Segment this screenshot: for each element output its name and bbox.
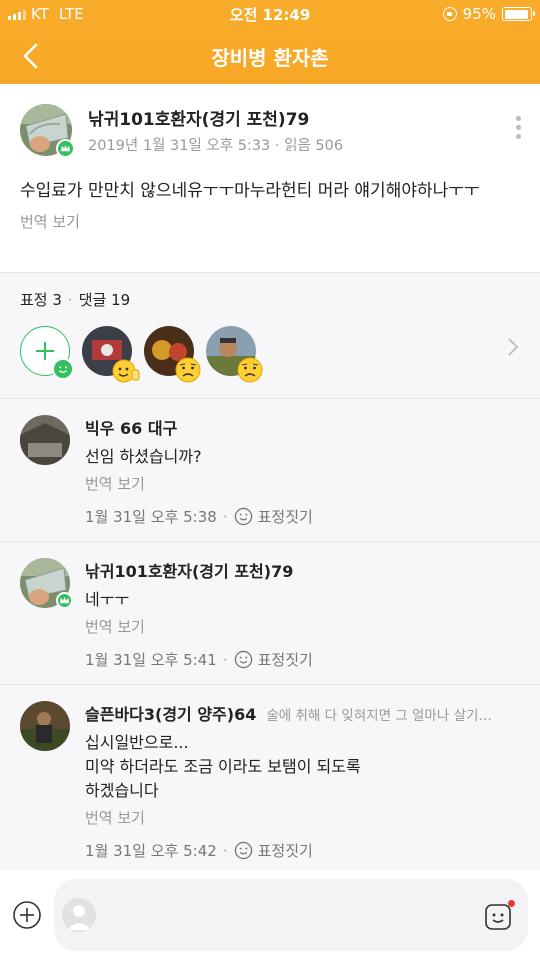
user-avatar-photo <box>20 415 70 465</box>
react-button[interactable]: 표정짓기 <box>234 649 313 670</box>
post-translate-link[interactable]: 번역 보기 <box>20 211 520 232</box>
comment-count[interactable]: 댓글 19 <box>79 289 130 310</box>
comment-input[interactable] <box>54 879 528 951</box>
status-bar: KT LTE 오전 12:49 95% <box>0 0 540 28</box>
comment-text-line: 미약 하더라도 조금 이라도 보탬이 되도록 <box>85 757 361 776</box>
separator-dot: · <box>222 841 228 860</box>
comment-time: 1월 31일 오후 5:38 <box>85 508 217 526</box>
comment-text: 네ㅜㅜ <box>85 590 130 609</box>
comment-item: 빅우 66 대구 선임 하셨습니까? 번역 보기 1월 31일 오후 5:38 … <box>0 398 540 541</box>
post-body: 수입료가 만만치 않으네유ㅜㅜ마누라헌티 머라 얘기해야하나ㅜㅜ <box>20 181 480 201</box>
add-reaction-button[interactable] <box>20 326 74 380</box>
comment-author[interactable]: 낚귀101호환자(경기 포천)79 <box>85 558 293 582</box>
battery-icon <box>502 7 535 21</box>
carrier-label: KT <box>31 5 49 23</box>
smile-icon <box>234 841 252 860</box>
react-button[interactable]: 표정짓기 <box>234 506 313 527</box>
comment-item: 슬픈바다3(경기 양주)64 술에 취해 다 잊혀지면 그 얼마나 살기… 십시… <box>0 684 540 875</box>
sad-emoji-icon <box>175 357 201 383</box>
smile-icon <box>234 650 252 669</box>
post-meta: 2019년 1월 31일 오후 5:33 · 읽음 506 <box>88 138 344 154</box>
post: 낚귀101호환자(경기 포천)79 2019년 1월 31일 오후 5:33 ·… <box>0 84 540 272</box>
reaction-user-3[interactable] <box>206 326 263 383</box>
plus-icon <box>36 342 54 360</box>
comment-text: 십시일반으로... 미약 하더라도 조금 이라도 보탬이 되도록 하겠습니다 <box>85 731 520 803</box>
network-label: LTE <box>58 5 84 23</box>
battery-percent: 95% <box>462 5 496 23</box>
reaction-user-1[interactable] <box>82 326 140 383</box>
default-avatar-icon <box>62 898 96 932</box>
page-title: 장비병 환자촌 <box>211 45 329 70</box>
add-attachment-icon[interactable] <box>12 900 42 930</box>
emoticon-icon <box>485 904 511 930</box>
reaction-count[interactable]: 표정 3 <box>20 289 62 310</box>
comment-avatar[interactable] <box>20 558 73 609</box>
crown-badge-icon <box>56 139 75 158</box>
post-author-name[interactable]: 낚귀101호환자(경기 포천)79 <box>88 105 343 130</box>
comment-input-bar <box>0 870 540 960</box>
chevron-right-icon[interactable] <box>506 336 520 358</box>
comment-translate-link[interactable]: 번역 보기 <box>85 473 520 494</box>
comment-text-line: 십시일반으로... <box>85 733 189 752</box>
sticker-button[interactable] <box>484 900 515 931</box>
react-label: 표정짓기 <box>257 842 313 860</box>
comment-text-line: 하겠습니다 <box>85 781 159 800</box>
comment-item: 낚귀101호환자(경기 포천)79 네ㅜㅜ 번역 보기 1월 31일 오후 5:… <box>0 541 540 684</box>
comment-time: 1월 31일 오후 5:42 <box>85 842 217 860</box>
new-indicator-dot <box>508 900 515 907</box>
react-label: 표정짓기 <box>257 651 313 669</box>
crown-badge-icon <box>56 592 73 609</box>
post-author-avatar[interactable] <box>20 104 75 158</box>
comment-time: 1월 31일 오후 5:41 <box>85 651 217 669</box>
reaction-user-2[interactable] <box>144 326 201 383</box>
my-avatar <box>62 898 96 932</box>
comment-translate-link[interactable]: 번역 보기 <box>85 616 520 637</box>
signal-icon <box>8 8 26 20</box>
user-avatar-photo <box>20 701 70 751</box>
smile-icon <box>52 358 74 380</box>
thumbs-up-emoji-icon <box>112 359 140 383</box>
orientation-lock-icon <box>442 7 457 21</box>
comment-author-status: 술에 취해 다 잊혀지면 그 얼마나 살기… <box>266 708 492 724</box>
separator-dot: · <box>67 290 73 309</box>
separator-dot: · <box>222 650 228 669</box>
nav-bar: 장비병 환자촌 <box>0 28 540 84</box>
separator-dot: · <box>222 507 228 526</box>
comment-author[interactable]: 빅우 66 대구 <box>85 415 177 439</box>
smile-icon <box>234 507 252 526</box>
comment-text: 선임 하셨습니까? <box>85 447 202 466</box>
reaction-section: 표정 3 · 댓글 19 <box>0 272 540 398</box>
back-arrow-icon[interactable] <box>18 42 46 70</box>
sad-emoji-icon <box>237 357 263 383</box>
react-button[interactable]: 표정짓기 <box>234 840 313 861</box>
more-options-icon[interactable] <box>516 116 522 143</box>
react-label: 표정짓기 <box>257 508 313 526</box>
comment-avatar[interactable] <box>20 701 70 751</box>
comment-author[interactable]: 슬픈바다3(경기 양주)64 <box>85 701 256 725</box>
comment-translate-link[interactable]: 번역 보기 <box>85 807 520 828</box>
comment-avatar[interactable] <box>20 415 70 465</box>
top-bar: KT LTE 오전 12:49 95% 장비병 환자촌 <box>0 0 540 84</box>
